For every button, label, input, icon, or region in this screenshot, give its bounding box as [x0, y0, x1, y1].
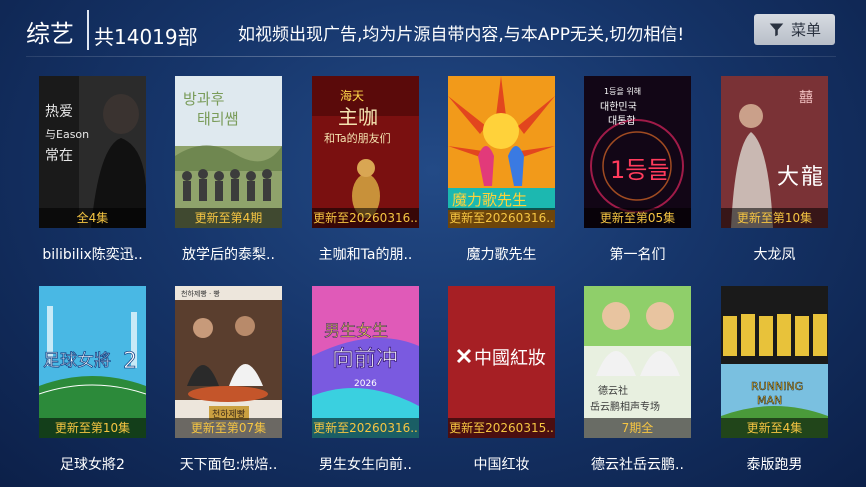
svg-text:천하제빵 · 빵: 천하제빵 · 빵 — [181, 289, 220, 298]
media-title: bilibilix陈奕迅.. — [42, 247, 143, 263]
svg-text:1등들: 1등들 — [610, 156, 669, 184]
episode-badge: 更新至第07集 — [175, 418, 282, 438]
poster-football-women-icon: 足球女將 2 — [39, 286, 146, 438]
poster[interactable]: 德云社 岳云鹏相声专场 7期全 — [584, 286, 691, 438]
svg-text:向前冲: 向前冲 — [332, 347, 398, 372]
poster-bakery-icon: 천하제빵 · 빵 천하제빵 — [175, 286, 282, 438]
filter-icon — [769, 23, 784, 37]
media-card[interactable]: 男生女生 向前冲 2026 更新至20260316.. 男生女生向前.. — [312, 286, 419, 473]
media-card[interactable]: 천하제빵 · 빵 천하제빵 更新至第07集 天下面包:烘焙.. — [175, 286, 282, 473]
media-title: 放学后的泰梨.. — [182, 247, 275, 263]
poster[interactable]: 热爱 与Eason 常在 全4集 — [39, 76, 146, 228]
svg-text:男生女生: 男生女生 — [324, 321, 388, 340]
poster[interactable]: RUNNING MAN 更新至4集 — [721, 286, 828, 438]
episode-badge: 更新至第4期 — [175, 208, 282, 228]
media-card[interactable]: 足球女將 2 更新至第10集 足球女將2 — [39, 286, 146, 473]
media-title: 德云社岳云鹏.. — [591, 457, 684, 473]
poster-school-group-icon: 방과후 태리쌤 — [175, 76, 282, 228]
svg-text:1등을 위해: 1등을 위해 — [604, 86, 641, 96]
poster-magic-singer-icon: 魔力歌先生 — [448, 76, 555, 228]
header-separator — [87, 10, 89, 50]
media-card[interactable]: 1등을 위해 대한민국 대통합 1등들 更新至第05集 第一名们 — [584, 76, 691, 263]
episode-badge: 更新至20260316.. — [448, 208, 555, 228]
header-divider — [26, 56, 836, 57]
media-title: 第一名们 — [609, 247, 666, 263]
episode-badge: 更新至4集 — [721, 418, 828, 438]
media-card[interactable]: 魔力歌先生 更新至20260316.. 魔力歌先生 — [448, 76, 555, 263]
poster-deyun-crosstalk-icon: 德云社 岳云鹏相声专场 — [584, 286, 691, 438]
svg-text:中國紅妝: 中國紅妝 — [474, 348, 546, 369]
poster[interactable]: 男生女生 向前冲 2026 更新至20260316.. — [312, 286, 419, 438]
media-title: 大龙凤 — [753, 247, 796, 263]
poster-first-place-icon: 1등을 위해 대한민국 대통합 1등들 — [584, 76, 691, 228]
media-card[interactable]: 大 龍 囍 更新至第10集 大龙凤 — [721, 76, 828, 263]
svg-text:대한민국: 대한민국 — [600, 101, 637, 113]
poster-chinese-red-icon: 中國紅妝 — [448, 286, 555, 438]
svg-text:囍: 囍 — [799, 90, 813, 106]
ad-disclaimer: 如视频出现广告,均为片源自带内容,与本APP无关,切勿相信! — [238, 25, 685, 45]
svg-text:常在: 常在 — [45, 148, 73, 164]
poster[interactable]: 海天 主咖 和Ta的朋友们 更新至20260316.. — [312, 76, 419, 228]
svg-text:大: 大 — [777, 165, 799, 190]
svg-text:热爱: 热爱 — [45, 104, 73, 120]
media-card[interactable]: 德云社 岳云鹏相声专场 7期全 德云社岳云鹏.. — [584, 286, 691, 473]
svg-text:足球女將: 足球女將 — [43, 351, 111, 371]
media-card[interactable]: 热爱 与Eason 常在 全4集 bilibilix陈奕迅.. — [39, 76, 146, 263]
poster[interactable]: 방과후 태리쌤 更新至第4期 — [175, 76, 282, 228]
episode-badge: 更新至20260315.. — [448, 418, 555, 438]
svg-text:2026: 2026 — [354, 379, 377, 389]
poster-host-friends-icon: 海天 主咖 和Ta的朋友们 — [312, 76, 419, 228]
poster-bilibili-eason-icon: 热爱 与Eason 常在 — [39, 76, 146, 228]
episode-badge: 更新至20260316.. — [312, 208, 419, 228]
menu-button[interactable]: 菜单 — [754, 14, 835, 45]
poster[interactable]: 1등을 위해 대한민국 대통합 1등들 更新至第05集 — [584, 76, 691, 228]
poster-dragon-phoenix-icon: 大 龍 囍 — [721, 76, 828, 228]
svg-text:主咖: 主咖 — [338, 105, 378, 129]
content-grid: 热爱 与Eason 常在 全4集 bilibilix陈奕迅.. 방과후 태리쌤 … — [39, 76, 839, 476]
media-card[interactable]: 海天 主咖 和Ta的朋友们 更新至20260316.. 主咖和Ta的朋.. — [312, 76, 419, 263]
svg-text:방과후: 방과후 — [183, 90, 225, 108]
poster[interactable]: 大 龍 囍 更新至第10集 — [721, 76, 828, 228]
svg-text:和Ta的朋友们: 和Ta的朋友们 — [324, 131, 391, 145]
media-title: 魔力歌先生 — [466, 247, 537, 263]
poster[interactable]: 魔力歌先生 更新至20260316.. — [448, 76, 555, 228]
media-card[interactable]: 中國紅妝 更新至20260315.. 中国红妆 — [448, 286, 555, 473]
episode-badge: 更新至第10集 — [721, 208, 828, 228]
category-title: 综艺 — [26, 20, 74, 48]
media-title: 主咖和Ta的朋.. — [318, 247, 413, 263]
media-title: 天下面包:烘焙.. — [179, 457, 278, 473]
svg-text:德云社: 德云社 — [598, 384, 628, 397]
svg-text:대통합: 대통합 — [608, 115, 636, 127]
svg-text:海天: 海天 — [340, 88, 364, 103]
episode-badge: 更新至第05集 — [584, 208, 691, 228]
poster-boys-girls-icon: 男生女生 向前冲 2026 — [312, 286, 419, 438]
menu-label: 菜单 — [790, 21, 821, 39]
episode-badge: 更新至20260316.. — [312, 418, 419, 438]
poster[interactable]: 천하제빵 · 빵 천하제빵 更新至第07集 — [175, 286, 282, 438]
svg-text:2: 2 — [123, 349, 137, 374]
svg-text:龍: 龍 — [801, 165, 823, 190]
media-title: 中国红妆 — [473, 457, 530, 473]
media-title: 泰版跑男 — [746, 457, 803, 473]
svg-text:与Eason: 与Eason — [45, 128, 89, 141]
svg-text:RUNNING: RUNNING — [751, 380, 803, 393]
svg-text:태리쌤: 태리쌤 — [197, 110, 238, 128]
media-card[interactable]: 방과후 태리쌤 更新至第4期 放学后的泰梨.. — [175, 76, 282, 263]
total-count: 共14019部 — [94, 25, 198, 49]
media-card[interactable]: RUNNING MAN 更新至4集 泰版跑男 — [721, 286, 828, 473]
top-bar: 综艺 共14019部 如视频出现广告,均为片源自带内容,与本APP无关,切勿相信… — [0, 0, 866, 60]
episode-badge: 更新至第10集 — [39, 418, 146, 438]
media-title: 足球女將2 — [60, 457, 125, 473]
poster-running-man-icon: RUNNING MAN — [721, 286, 828, 438]
svg-text:魔力歌先生: 魔力歌先生 — [452, 191, 527, 209]
episode-badge: 7期全 — [584, 418, 691, 438]
episode-badge: 全4集 — [39, 208, 146, 228]
svg-text:MAN: MAN — [757, 394, 782, 407]
svg-text:岳云鹏相声专场: 岳云鹏相声专场 — [590, 400, 660, 413]
poster[interactable]: 中國紅妝 更新至20260315.. — [448, 286, 555, 438]
poster[interactable]: 足球女將 2 更新至第10集 — [39, 286, 146, 438]
media-title: 男生女生向前.. — [319, 457, 412, 473]
